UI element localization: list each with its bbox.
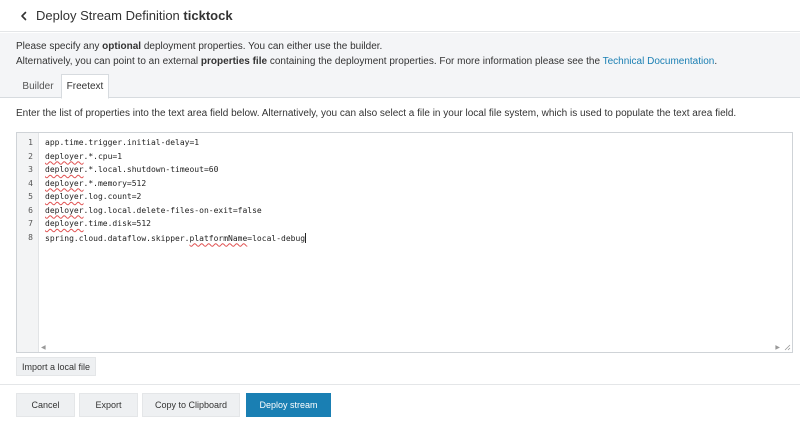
export-button[interactable]: Export: [79, 393, 138, 417]
text-cursor: [305, 232, 307, 243]
code-text: .*.cpu=1: [83, 151, 123, 161]
footer-divider: [0, 384, 800, 385]
code-misspelled: deployer: [45, 192, 84, 201]
cancel-button[interactable]: Cancel: [16, 393, 75, 417]
intro-text: containing the deployment properties. Fo…: [267, 56, 603, 67]
deploy-stream-button[interactable]: Deploy stream: [246, 393, 331, 417]
code-text: =local-debug: [247, 233, 306, 243]
intro-bold: properties file: [200, 56, 268, 67]
page-title: Deploy Stream Definition ticktock: [36, 8, 233, 23]
code-misspelled: deployer: [45, 151, 84, 161]
stream-name: ticktock: [183, 8, 233, 23]
code-line: app.time.trigger.initial-delay=1: [45, 138, 199, 147]
tab-bar: Builder Freetext: [0, 74, 800, 99]
intro-text: deployment properties. You can either us…: [141, 41, 383, 52]
code-line: deployer.*.memory=512: [45, 179, 146, 188]
code-misspelled: platformName: [189, 233, 248, 243]
code-line: deployer.log.local.delete-files-on-exit=…: [45, 206, 262, 215]
code-misspelled: deployer: [45, 178, 84, 188]
scroll-right-arrow-icon[interactable]: ▶: [775, 344, 780, 351]
code-text: .*.local.shutdown-timeout=60: [83, 165, 219, 174]
code-line: spring.cloud.dataflow.skipper.platformNa…: [45, 232, 307, 243]
freetext-instruction: Enter the list of properties into the te…: [16, 108, 737, 119]
code-line: deployer.*.cpu=1: [45, 152, 122, 161]
line-number: 8: [28, 232, 33, 242]
import-local-file-button[interactable]: Import a local file: [16, 357, 96, 376]
code-misspelled: deployer: [45, 219, 84, 228]
title-prefix: Deploy Stream Definition: [36, 8, 180, 23]
line-number: 1: [28, 138, 33, 147]
line-number: 7: [28, 219, 33, 228]
line-number: 6: [28, 205, 33, 215]
intro-line-1: Please specify any optional deployment p…: [16, 39, 784, 54]
scroll-left-arrow-icon[interactable]: ◀: [41, 344, 46, 351]
code-text: .log.local.delete-files-on-exit=false: [83, 205, 262, 215]
line-number-gutter: 1 2 3 4 5 6 7 8: [17, 133, 39, 352]
line-number: 4: [28, 178, 33, 188]
tab-builder[interactable]: Builder: [16, 74, 60, 99]
back-button[interactable]: [14, 6, 34, 26]
intro-text: Alternatively, you can point to an exter…: [16, 56, 201, 67]
technical-documentation-link[interactable]: Technical Documentation: [603, 56, 715, 67]
intro-line-2: Alternatively, you can point to an exter…: [16, 54, 784, 69]
code-text: .time.disk=512: [83, 219, 151, 228]
intro-text: .: [714, 56, 718, 67]
intro-bold: optional: [102, 41, 142, 52]
code-line: deployer.time.disk=512: [45, 219, 151, 228]
code-misspelled: deployer: [45, 165, 84, 174]
code-line: deployer.log.count=2: [45, 192, 141, 201]
chevron-left-icon: [21, 11, 27, 20]
intro-text: Please specify any: [16, 41, 103, 52]
copy-to-clipboard-button[interactable]: Copy to Clipboard: [142, 393, 240, 417]
page-header: Deploy Stream Definition ticktock: [0, 0, 800, 32]
intro-panel: Please specify any optional deployment p…: [0, 33, 800, 74]
code-text: .log.count=2: [83, 192, 142, 201]
line-number: 3: [28, 165, 33, 174]
code-text: .*.memory=512: [83, 178, 147, 188]
properties-editor[interactable]: 1 2 3 4 5 6 7 8 app.time.trigger.initial…: [16, 132, 793, 353]
code-text: app.time.trigger.initial-delay=1: [45, 138, 200, 147]
line-number: 2: [28, 151, 33, 161]
tab-freetext[interactable]: Freetext: [61, 74, 109, 99]
code-line: deployer.*.local.shutdown-timeout=60: [45, 165, 218, 174]
code-misspelled: deployer: [45, 205, 84, 215]
line-number: 5: [28, 192, 33, 201]
resize-handle-icon[interactable]: [783, 343, 791, 351]
code-text: spring.cloud.dataflow.skipper.: [45, 233, 190, 243]
